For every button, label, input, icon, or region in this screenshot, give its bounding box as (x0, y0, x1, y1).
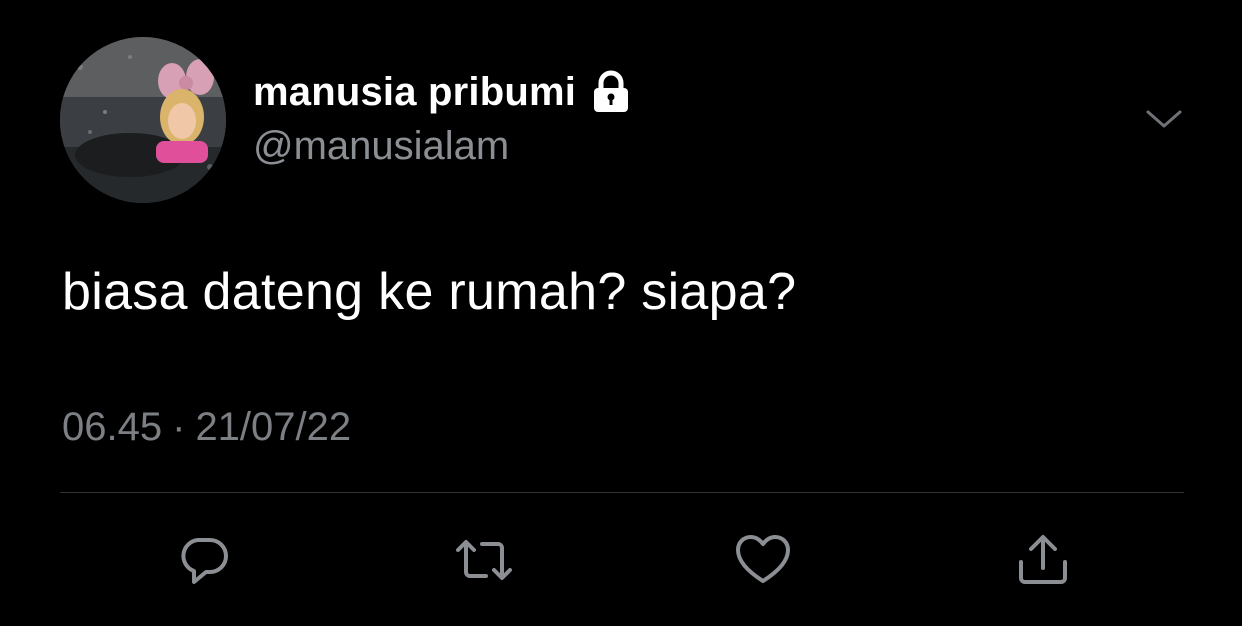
tweet-time: 06.45 (62, 405, 163, 449)
tweet-text: biasa dateng ke rumah? siapa? (62, 263, 797, 321)
user-handle[interactable]: @manusialam (253, 124, 509, 169)
tweet-date: 21/07/22 (195, 405, 352, 449)
chevron-down-icon[interactable] (1143, 102, 1185, 136)
share-button[interactable] (1013, 530, 1073, 590)
timestamp-separator: · (172, 405, 186, 449)
like-button[interactable] (733, 530, 793, 590)
tweet-card: manusia pribumi @manusialam biasa dateng… (0, 0, 1242, 626)
reply-button[interactable] (174, 530, 234, 590)
tweet-timestamp: 06.45 · 21/07/22 (62, 405, 351, 450)
display-name[interactable]: manusia pribumi (253, 70, 576, 115)
lock-icon (588, 69, 634, 115)
reply-icon (181, 538, 228, 584)
retweet-icon (456, 540, 512, 580)
heart-icon (736, 535, 790, 583)
divider (60, 492, 1184, 493)
avatar[interactable] (60, 37, 226, 203)
retweet-button[interactable] (454, 530, 514, 590)
share-icon (1019, 535, 1067, 584)
display-name-row: manusia pribumi (253, 64, 634, 120)
